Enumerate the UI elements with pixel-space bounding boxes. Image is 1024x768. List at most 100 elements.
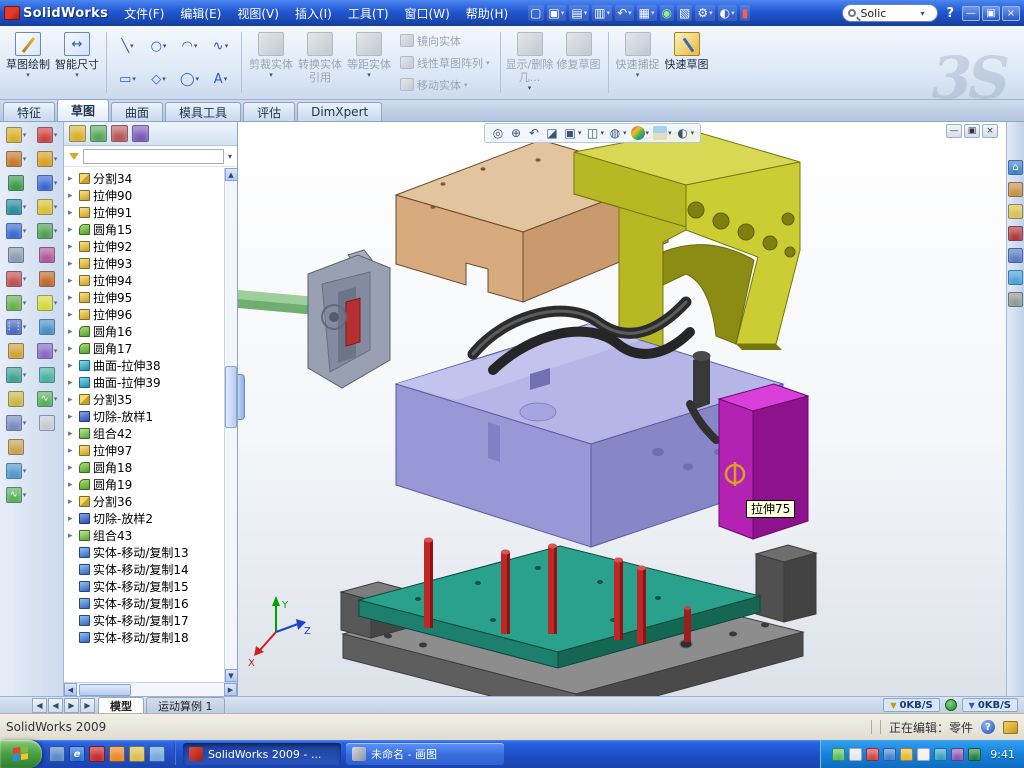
tree-item[interactable]: ▸ 曲面-拉伸38 xyxy=(66,357,223,374)
expand-arrow-icon[interactable]: ▸ xyxy=(68,480,76,490)
tree-filter-input[interactable] xyxy=(83,149,224,164)
expand-arrow-icon[interactable]: ▸ xyxy=(68,531,76,541)
close-window-button[interactable]: × xyxy=(1002,6,1020,21)
rectangle-icon[interactable]: ▭ ▾ xyxy=(112,63,143,96)
scroll-right-icon[interactable]: ▶ xyxy=(224,683,237,696)
view-orientation-icon[interactable]: ▣ ▾ xyxy=(563,126,582,140)
display-relations-icon[interactable] xyxy=(39,367,55,383)
configurationmanager-tab-icon[interactable] xyxy=(111,125,128,142)
status-tool-icon[interactable] xyxy=(1003,721,1018,734)
menu-item[interactable]: 编辑(E) xyxy=(172,2,229,25)
ribbon-tab[interactable]: 模具工具 xyxy=(165,102,241,121)
convert-entities-icon[interactable] xyxy=(39,271,55,287)
solidworks-resources-icon[interactable]: ⌂ xyxy=(1008,160,1023,175)
tray-icon-7[interactable] xyxy=(934,748,947,761)
expand-arrow-icon[interactable]: ▸ xyxy=(68,208,76,218)
ribbon-tab[interactable]: 草图 xyxy=(57,99,109,121)
tree-item[interactable]: ▸ 实体-移动/复制18 xyxy=(66,629,223,646)
arc-icon[interactable]: ◠ ▾ xyxy=(174,30,205,63)
expand-arrow-icon[interactable]: ▸ xyxy=(68,497,76,507)
expand-arrow-icon[interactable]: ▸ xyxy=(68,276,76,286)
document-tab[interactable]: 模型 xyxy=(98,697,144,713)
tree-item[interactable]: ▸ 拉伸96 xyxy=(66,306,223,323)
tree-item[interactable]: ▸ 实体-移动/复制16 xyxy=(66,595,223,612)
undo-icon[interactable]: ↶ ▾ xyxy=(615,5,634,21)
my-documents-icon[interactable] xyxy=(129,746,145,762)
circle-icon[interactable]: ○ ▾ xyxy=(143,30,174,63)
wrap-icon[interactable]: ▾ xyxy=(6,415,27,431)
save-icon[interactable]: ▤ ▾ xyxy=(569,5,589,21)
tray-icon-6[interactable] xyxy=(917,748,930,761)
extruded-boss-icon[interactable]: ▾ xyxy=(6,127,27,143)
tree-item[interactable]: ▸ 组合43 xyxy=(66,527,223,544)
design-library-icon[interactable] xyxy=(1008,182,1023,197)
tree-item[interactable]: ▸ 组合42 xyxy=(66,425,223,442)
first-tab-button[interactable]: ◀ xyxy=(32,698,47,713)
appearance-icon[interactable]: ◐ ▾ xyxy=(718,5,737,21)
hole-wizard-icon[interactable] xyxy=(8,247,24,263)
sketch-tool-icon[interactable]: ▾ xyxy=(37,127,58,143)
expand-arrow-icon[interactable]: ▸ xyxy=(68,225,76,235)
model-part-right-rail[interactable] xyxy=(756,545,816,622)
custom-properties-icon[interactable] xyxy=(1008,292,1023,307)
view-settings-icon[interactable]: ◐ ▾ xyxy=(676,126,695,140)
command-row-button[interactable]: 移动实体 ▾ xyxy=(397,75,493,94)
command-button[interactable]: 智能尺寸 ▾ xyxy=(53,28,101,97)
arc-tool-icon[interactable]: ▾ xyxy=(37,199,58,215)
tray-icon-8[interactable] xyxy=(951,748,964,761)
revolved-cut-icon[interactable]: ▾ xyxy=(6,271,27,287)
minimize-document-button[interactable]: — xyxy=(946,124,962,138)
menu-item[interactable]: 窗口(W) xyxy=(397,2,458,25)
spline-tool-icon[interactable]: ∿ ▾ xyxy=(37,391,58,407)
tree-item[interactable]: ▸ 圆角15 xyxy=(66,221,223,238)
expand-arrow-icon[interactable]: ▸ xyxy=(68,361,76,371)
expand-arrow-icon[interactable]: ▸ xyxy=(68,429,76,439)
tray-icon-2[interactable] xyxy=(849,748,862,761)
graphics-viewport[interactable]: Y Z X ◎ ⊕ xyxy=(238,122,1006,696)
expand-arrow-icon[interactable]: ▸ xyxy=(68,191,76,201)
tree-item[interactable]: ▸ 圆角18 xyxy=(66,459,223,476)
command-button[interactable]: 显示/删除几... ▾ xyxy=(506,28,554,97)
trim-tool-icon[interactable] xyxy=(39,247,55,263)
mail-icon[interactable] xyxy=(149,746,165,762)
pattern-entities-icon[interactable]: ▾ xyxy=(37,343,58,359)
expand-arrow-icon[interactable]: ▸ xyxy=(68,259,76,269)
tree-item[interactable]: ▸ 分割34 xyxy=(66,170,223,187)
command-row-button[interactable]: 镜向实体 xyxy=(397,31,493,50)
point-tool-icon[interactable] xyxy=(39,415,55,431)
expand-arrow-icon[interactable]: ▸ xyxy=(68,344,76,354)
appearances-scenes-icon[interactable] xyxy=(1008,270,1023,285)
ribbon-tab[interactable]: 评估 xyxy=(243,102,295,121)
zoom-area-icon[interactable]: ⊕ xyxy=(509,126,523,140)
hide-show-items-icon[interactable]: ◍ ▾ xyxy=(608,126,627,140)
smart-dimension-icon[interactable]: ▾ xyxy=(37,151,58,167)
command-button[interactable]: 快速草图 xyxy=(663,28,711,97)
scroll-up-icon[interactable]: ▲ xyxy=(225,168,238,181)
command-row-button[interactable]: 线性草图阵列 ▾ xyxy=(397,53,493,72)
tree-item[interactable]: ▸ 实体-移动/复制14 xyxy=(66,561,223,578)
rebuild-icon[interactable]: ◉ xyxy=(660,5,674,21)
circle-tool-icon[interactable]: ▾ xyxy=(37,223,58,239)
rib-icon[interactable] xyxy=(8,343,24,359)
tree-horizontal-scrollbar[interactable]: ◀ ▶ xyxy=(64,682,237,696)
expand-arrow-icon[interactable]: ▸ xyxy=(68,446,76,456)
expand-arrow-icon[interactable]: ▸ xyxy=(68,463,76,473)
document-tab[interactable]: 运动算例 1 xyxy=(146,697,225,713)
tray-icon-5[interactable] xyxy=(900,748,913,761)
tree-item[interactable]: ▸ 圆角19 xyxy=(66,476,223,493)
tree-item[interactable]: ▸ 拉伸92 xyxy=(66,238,223,255)
ribbon-tab[interactable]: DimXpert xyxy=(297,102,382,121)
open-icon[interactable]: ▣ ▾ xyxy=(547,5,567,21)
view-palette-icon[interactable] xyxy=(1008,248,1023,263)
internet-explorer-icon[interactable]: e xyxy=(69,746,85,762)
connection-status-icon[interactable] xyxy=(945,699,957,711)
minimize-window-button[interactable]: — xyxy=(962,6,980,21)
tray-icon-3[interactable] xyxy=(866,748,879,761)
tree-item[interactable]: ▸ 分割36 xyxy=(66,493,223,510)
dimxpertmanager-tab-icon[interactable] xyxy=(132,125,149,142)
last-tab-button[interactable]: ▶ xyxy=(80,698,95,713)
draft-icon[interactable]: ▾ xyxy=(6,367,27,383)
spline-icon[interactable]: ∿ ▾ xyxy=(205,30,236,63)
tree-item[interactable]: ▸ 曲面-拉伸39 xyxy=(66,374,223,391)
previous-view-icon[interactable]: ↶ xyxy=(527,126,541,140)
